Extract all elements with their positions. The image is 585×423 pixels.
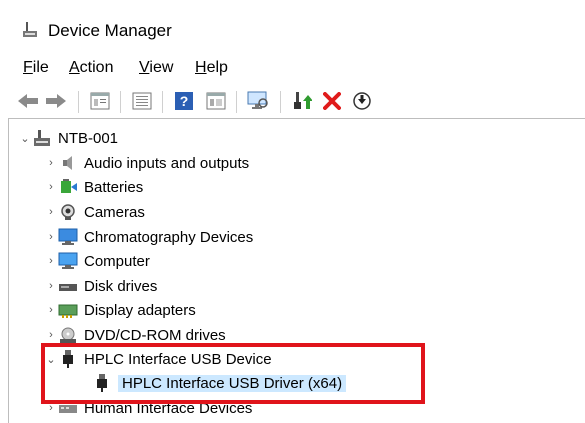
dvd-drive-icon bbox=[58, 325, 78, 345]
device-manager-icon bbox=[23, 22, 37, 37]
menu-bar: File Action View Help bbox=[0, 58, 585, 82]
tree-item-chromatography[interactable]: › Chromatography Devices bbox=[44, 225, 253, 249]
tree-item-audio[interactable]: › Audio inputs and outputs bbox=[44, 151, 249, 175]
tree-root-label: NTB-001 bbox=[58, 129, 119, 147]
display-adapter-icon bbox=[58, 300, 78, 320]
uninstall-icon[interactable] bbox=[320, 89, 344, 113]
window-title: Device Manager bbox=[48, 21, 172, 40]
menu-action[interactable]: Action bbox=[69, 58, 113, 78]
back-arrow-icon[interactable] bbox=[16, 89, 40, 113]
update-driver-icon[interactable] bbox=[290, 89, 314, 113]
tree-item-label: Audio inputs and outputs bbox=[84, 154, 250, 172]
tree-root[interactable]: ⌄ NTB-001 bbox=[18, 126, 118, 150]
chevron-right-icon[interactable]: › bbox=[44, 225, 58, 249]
tree-item-label: Disk drives bbox=[84, 277, 158, 295]
chevron-right-icon[interactable]: › bbox=[44, 175, 58, 199]
tree-item-label: Chromatography Devices bbox=[84, 228, 254, 246]
chevron-right-icon[interactable]: › bbox=[44, 274, 58, 298]
disk-drive-icon bbox=[58, 276, 78, 296]
tree-item-display-adapters[interactable]: › Display adapters bbox=[44, 298, 196, 322]
disable-device-icon[interactable] bbox=[350, 89, 374, 113]
tree-item-label: Cameras bbox=[84, 203, 145, 221]
menu-file[interactable]: File bbox=[23, 58, 49, 78]
tree-item-label: Computer bbox=[84, 252, 150, 270]
list-icon[interactable] bbox=[130, 89, 154, 113]
chevron-right-icon[interactable]: › bbox=[44, 200, 58, 224]
tree-item-batteries[interactable]: › Batteries bbox=[44, 175, 143, 199]
tree-item-label: Display adapters bbox=[84, 301, 196, 319]
console-icon[interactable] bbox=[204, 89, 228, 113]
chevron-right-icon[interactable]: › bbox=[44, 249, 58, 273]
help-icon[interactable]: ? bbox=[172, 89, 196, 113]
highlight-box bbox=[41, 343, 425, 404]
tree-item-disk-drives[interactable]: › Disk drives bbox=[44, 274, 157, 298]
battery-icon bbox=[58, 177, 78, 197]
menu-view[interactable]: View bbox=[139, 58, 173, 78]
forward-arrow-icon[interactable] bbox=[44, 89, 68, 113]
computer-icon bbox=[58, 251, 78, 271]
camera-icon bbox=[58, 202, 78, 222]
svg-text:?: ? bbox=[180, 93, 189, 109]
toolbar: ? bbox=[0, 84, 585, 118]
tree-item-cameras[interactable]: › Cameras bbox=[44, 200, 145, 224]
monitor-icon bbox=[58, 227, 78, 247]
computer-network-icon bbox=[32, 128, 52, 148]
tree-item-label: DVD/CD-ROM drives bbox=[84, 326, 226, 344]
tree-item-label: Batteries bbox=[84, 178, 144, 196]
chevron-right-icon[interactable]: › bbox=[44, 298, 58, 322]
properties-icon[interactable] bbox=[88, 89, 112, 113]
chevron-down-icon[interactable]: ⌄ bbox=[18, 126, 32, 150]
speaker-icon bbox=[58, 153, 78, 173]
title-bar: Device Manager bbox=[0, 0, 585, 58]
menu-help[interactable]: Help bbox=[195, 58, 228, 78]
chevron-right-icon[interactable]: › bbox=[44, 151, 58, 175]
tree-item-computer[interactable]: › Computer bbox=[44, 249, 150, 273]
scan-hardware-icon[interactable] bbox=[246, 89, 270, 113]
